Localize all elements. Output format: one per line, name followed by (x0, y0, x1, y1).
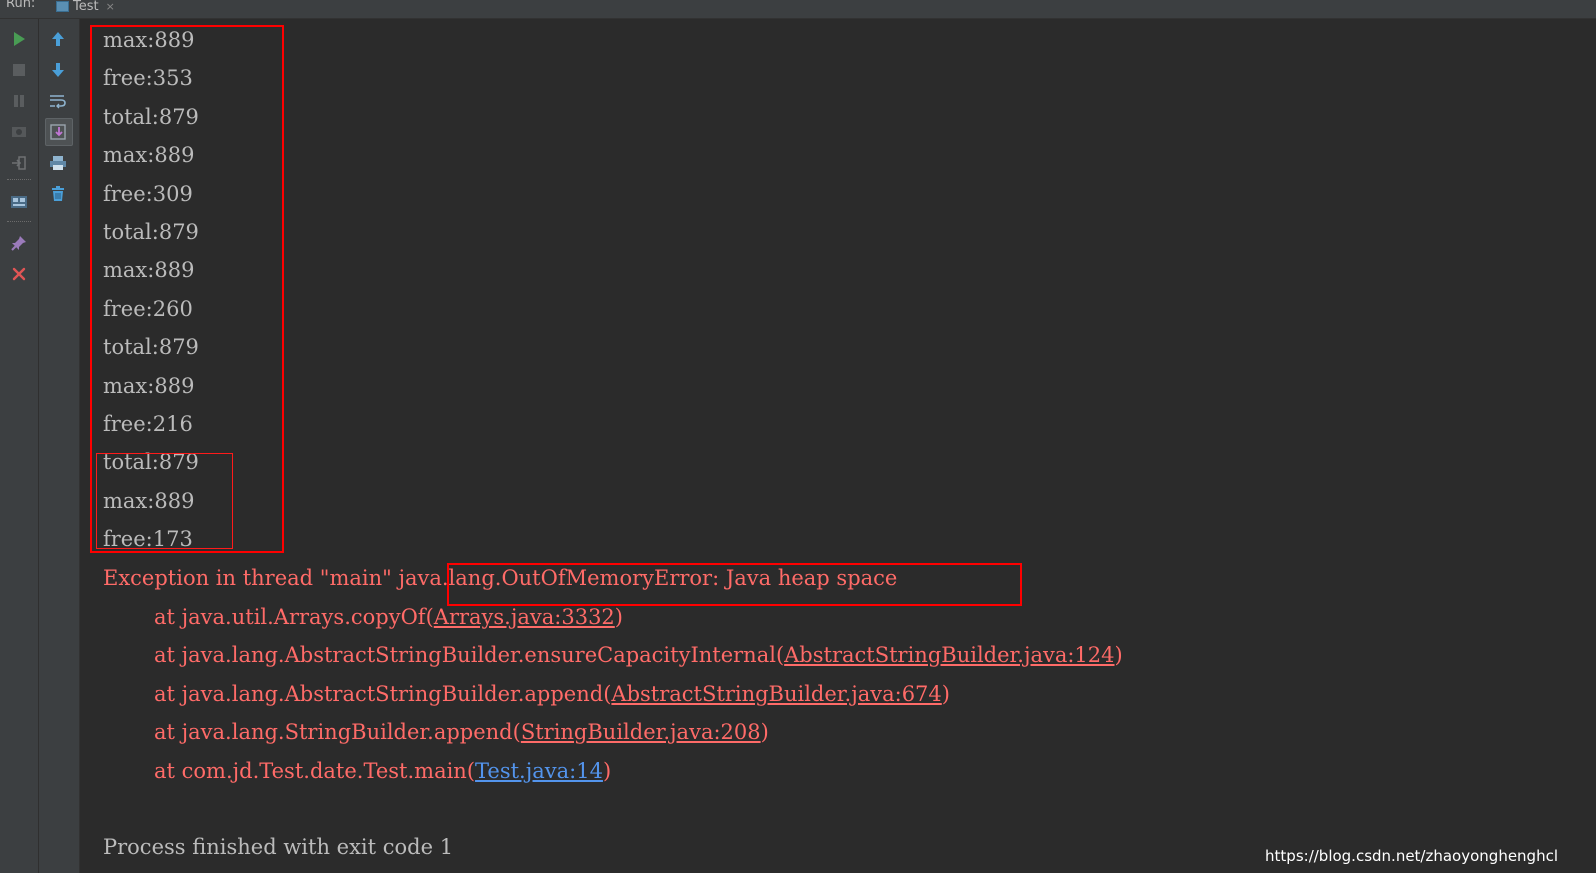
exception-error: java.lang.OutOfMemoryError: Java heap sp… (398, 566, 898, 590)
run-panel-header: Run: Test × (0, 0, 1596, 19)
console-output[interactable]: max:889 free:353 total:879 max:889 free:309 t… (80, 19, 1596, 873)
rerun-icon[interactable] (6, 26, 32, 52)
output-line: total:879 (103, 450, 199, 474)
stack-frame: at java.lang.StringBuilder.append(String… (103, 719, 769, 745)
exception-line: Exception in thread "main" java.lang.Out… (103, 565, 897, 591)
output-line: max:889 (103, 28, 195, 52)
stack-frame: at com.jd.Test.date.Test.main(Test.java:… (103, 758, 611, 784)
restore-layout-icon[interactable] (6, 189, 32, 215)
console-toolbar (39, 19, 80, 873)
run-toolbar (0, 19, 39, 873)
output-line: free:353 (103, 66, 193, 90)
stack-frame: at java.util.Arrays.copyOf(Arrays.java:3… (103, 604, 623, 630)
tab-label: Test (73, 0, 99, 14)
stack-frame-close: ) (760, 720, 769, 744)
output-line: free:260 (103, 297, 193, 321)
pause-icon[interactable] (6, 88, 32, 114)
stack-frame-close: ) (941, 682, 950, 706)
output-line: free:309 (103, 182, 193, 206)
close-icon[interactable] (6, 261, 32, 287)
stack-frame: at java.lang.AbstractStringBuilder.ensur… (103, 642, 1123, 668)
stack-frame-close: ) (614, 605, 623, 629)
stack-frame-link[interactable]: StringBuilder.java:208 (521, 720, 761, 744)
clear-all-icon[interactable] (45, 181, 71, 207)
output-line: total:879 (103, 335, 199, 359)
stack-frame-text: at java.lang.StringBuilder.append( (154, 720, 521, 744)
stack-frame-text: at com.jd.Test.date.Test.main( (154, 759, 476, 783)
toolbar-separator (7, 179, 31, 180)
tab-close-icon[interactable]: × (106, 0, 115, 13)
output-line: max:889 (103, 143, 195, 167)
output-line: total:879 (103, 220, 199, 244)
stack-frame-text: at java.util.Arrays.copyOf( (154, 605, 434, 629)
stack-frame: at java.lang.AbstractStringBuilder.appen… (103, 681, 950, 707)
exit-icon[interactable] (6, 150, 32, 176)
stack-frame-link[interactable]: AbstractStringBuilder.java:124 (784, 643, 1114, 667)
down-arrow-icon[interactable] (45, 57, 71, 83)
output-line: total:879 (103, 105, 199, 129)
stack-frame-close: ) (1114, 643, 1123, 667)
up-arrow-icon[interactable] (45, 26, 71, 52)
soft-wrap-icon[interactable] (45, 88, 71, 114)
watermark: https://blog.csdn.net/zhaoyonghenghcl (1265, 847, 1558, 865)
stack-frame-close: ) (602, 759, 612, 783)
stack-frame-text: at java.lang.AbstractStringBuilder.ensur… (154, 643, 785, 667)
output-line: max:889 (103, 374, 195, 398)
exception-prefix: Exception in thread "main" (103, 566, 399, 590)
output-line: free:216 (103, 412, 193, 436)
output-line: max:889 (103, 489, 195, 513)
stop-icon[interactable] (6, 57, 32, 83)
tab-test[interactable]: Test × (56, 0, 115, 16)
console-tab-icon (56, 0, 69, 12)
pin-icon[interactable] (6, 230, 32, 256)
print-icon[interactable] (45, 150, 71, 176)
stack-frame-link[interactable]: Test.java:14 (475, 759, 603, 783)
output-line: max:889 (103, 258, 195, 282)
dump-threads-icon[interactable] (6, 119, 32, 145)
process-finished-line: Process finished with exit code 1 (103, 835, 454, 859)
stack-frame-link[interactable]: Arrays.java:3332 (434, 605, 615, 629)
stack-frame-text: at java.lang.AbstractStringBuilder.appen… (154, 682, 612, 706)
output-line: free:173 (103, 527, 193, 551)
run-label: Run: (6, 0, 36, 11)
stack-frame-link[interactable]: AbstractStringBuilder.java:674 (611, 682, 941, 706)
scroll-to-end-icon[interactable] (45, 118, 73, 146)
toolbar-separator (7, 221, 31, 222)
